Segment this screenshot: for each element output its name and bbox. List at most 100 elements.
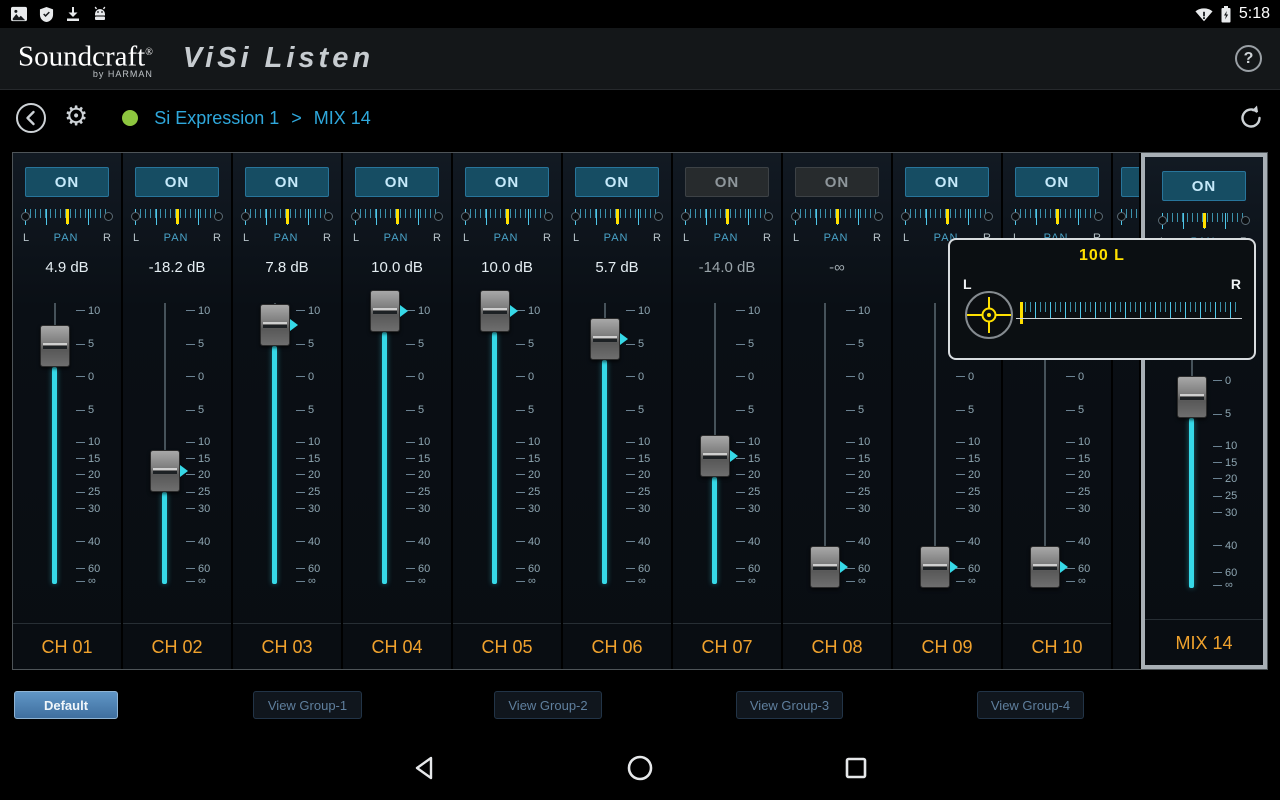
fader-handle[interactable] bbox=[700, 434, 730, 477]
channel-level-value: 5.7 dB bbox=[595, 259, 639, 276]
fader-handle[interactable] bbox=[370, 289, 400, 332]
scale-tick bbox=[296, 491, 305, 493]
pan-scale[interactable] bbox=[241, 209, 333, 225]
channel-strip-ch-10: ONLPANR1050510152025304060∞CH 10 bbox=[1003, 153, 1111, 669]
scale-label: 15 bbox=[198, 452, 211, 465]
scale-label: 25 bbox=[418, 486, 431, 499]
image-icon bbox=[11, 6, 27, 22]
scale-label: 30 bbox=[88, 502, 101, 515]
breadcrumb-separator: > bbox=[291, 107, 302, 128]
fader-scale-mark: 40 bbox=[296, 536, 320, 548]
scale-label: 30 bbox=[638, 502, 651, 515]
scale-tick bbox=[736, 541, 745, 543]
scale-tick bbox=[76, 568, 85, 570]
pan-scale[interactable] bbox=[1158, 213, 1250, 229]
fader-scale-mark: 60 bbox=[736, 563, 760, 575]
pan-scale[interactable] bbox=[1011, 209, 1103, 225]
scale-label: 25 bbox=[88, 486, 101, 499]
channel-on-button[interactable]: ON bbox=[1162, 171, 1246, 201]
view-button-view-group-4[interactable]: View Group-4 bbox=[977, 691, 1084, 719]
scale-tick bbox=[846, 508, 855, 510]
channel-on-button[interactable]: ON bbox=[795, 167, 879, 197]
scale-label: 20 bbox=[418, 468, 431, 481]
fader-handle[interactable] bbox=[150, 450, 180, 493]
refresh-button[interactable] bbox=[1236, 103, 1266, 133]
channel-on-button[interactable]: ON bbox=[1121, 167, 1139, 197]
fader-handle[interactable] bbox=[1030, 546, 1060, 589]
channel-on-button[interactable]: ON bbox=[905, 167, 989, 197]
scale-label: 10 bbox=[748, 304, 761, 317]
pan-scale[interactable] bbox=[901, 209, 993, 225]
recents-nav-icon[interactable] bbox=[844, 756, 868, 780]
scale-tick bbox=[296, 568, 305, 570]
channel-on-button[interactable]: ON bbox=[465, 167, 549, 197]
scale-label: 10 bbox=[308, 304, 321, 317]
home-nav-icon[interactable] bbox=[626, 754, 654, 782]
scale-tick bbox=[76, 474, 85, 476]
channel-level-value: 10.0 dB bbox=[481, 259, 533, 276]
fader-scale-mark: 40 bbox=[76, 536, 100, 548]
scale-label: 60 bbox=[88, 562, 101, 575]
fader-scale-mark: 30 bbox=[516, 503, 540, 515]
channel-on-button[interactable]: ON bbox=[25, 167, 109, 197]
fader-scale-mark: 15 bbox=[736, 453, 760, 465]
pan-scale[interactable] bbox=[571, 209, 663, 225]
fader-handle[interactable] bbox=[1177, 375, 1207, 418]
fader-level-fill bbox=[602, 359, 607, 584]
scale-tick bbox=[626, 376, 635, 378]
help-button[interactable]: ? bbox=[1235, 45, 1262, 72]
scale-label: 5 bbox=[88, 338, 95, 351]
pan-scale[interactable] bbox=[681, 209, 773, 225]
fader-handle[interactable] bbox=[590, 317, 620, 360]
channel-on-button[interactable]: ON bbox=[575, 167, 659, 197]
channel-on-button[interactable]: ON bbox=[355, 167, 439, 197]
breadcrumb-device[interactable]: Si Expression 1 bbox=[154, 108, 279, 129]
scale-label: 0 bbox=[88, 370, 95, 383]
pan-right-label: R bbox=[653, 232, 661, 244]
back-button[interactable] bbox=[14, 101, 48, 135]
scale-tick bbox=[186, 343, 195, 345]
pan-scale[interactable] bbox=[791, 209, 883, 225]
scale-tick bbox=[846, 458, 855, 460]
pan-left-label: L bbox=[353, 232, 360, 244]
channel-on-button[interactable]: ON bbox=[685, 167, 769, 197]
scale-label: 10 bbox=[418, 304, 431, 317]
back-nav-icon[interactable] bbox=[412, 755, 436, 781]
settings-button[interactable]: ⚙ bbox=[64, 103, 88, 130]
channel-on-button[interactable]: ON bbox=[245, 167, 329, 197]
pan-scale[interactable] bbox=[351, 209, 443, 225]
scale-tick bbox=[516, 441, 525, 443]
shield-icon bbox=[39, 6, 54, 22]
pan-scale[interactable] bbox=[131, 209, 223, 225]
fader-scale-mark: 20 bbox=[76, 469, 100, 481]
status-bar-notifications bbox=[10, 6, 108, 23]
scale-tick bbox=[186, 491, 195, 493]
breadcrumb-mix[interactable]: MIX 14 bbox=[314, 108, 371, 129]
fader-track[interactable] bbox=[824, 303, 826, 584]
fader-handle[interactable] bbox=[260, 304, 290, 347]
channel-strip-ch-08: ON L PAN R -∞ 10 5 0 5 10 15 20 25 30 40 60 ∞ CH 08 bbox=[783, 153, 891, 669]
view-button-view-group-1[interactable]: View Group-1 bbox=[253, 691, 362, 719]
scale-tick bbox=[1213, 413, 1222, 415]
scale-label: ∞ bbox=[198, 575, 206, 588]
fader-handle[interactable] bbox=[40, 324, 70, 367]
fader-handle[interactable] bbox=[810, 546, 840, 589]
view-button-default[interactable]: Default bbox=[14, 691, 118, 719]
scale-tick bbox=[406, 580, 415, 582]
scale-tick bbox=[516, 474, 525, 476]
view-button-view-group-3[interactable]: View Group-3 bbox=[736, 691, 843, 719]
fader-handle[interactable] bbox=[920, 546, 950, 589]
fader-scale-mark: 0 bbox=[846, 371, 864, 383]
view-button-view-group-2[interactable]: View Group-2 bbox=[494, 691, 602, 719]
pan-value-label: 100 L bbox=[1079, 247, 1125, 264]
scale-label: 10 bbox=[88, 304, 101, 317]
channel-on-button[interactable]: ON bbox=[1015, 167, 1099, 197]
fader-scale-mark: 30 bbox=[1066, 503, 1090, 515]
scale-label: 5 bbox=[968, 404, 975, 417]
pan-scale[interactable] bbox=[21, 209, 113, 225]
pan-scale[interactable] bbox=[461, 209, 553, 225]
fader-track[interactable] bbox=[934, 303, 936, 584]
channel-on-button[interactable]: ON bbox=[135, 167, 219, 197]
scale-tick bbox=[76, 310, 85, 312]
fader-handle[interactable] bbox=[480, 289, 510, 332]
